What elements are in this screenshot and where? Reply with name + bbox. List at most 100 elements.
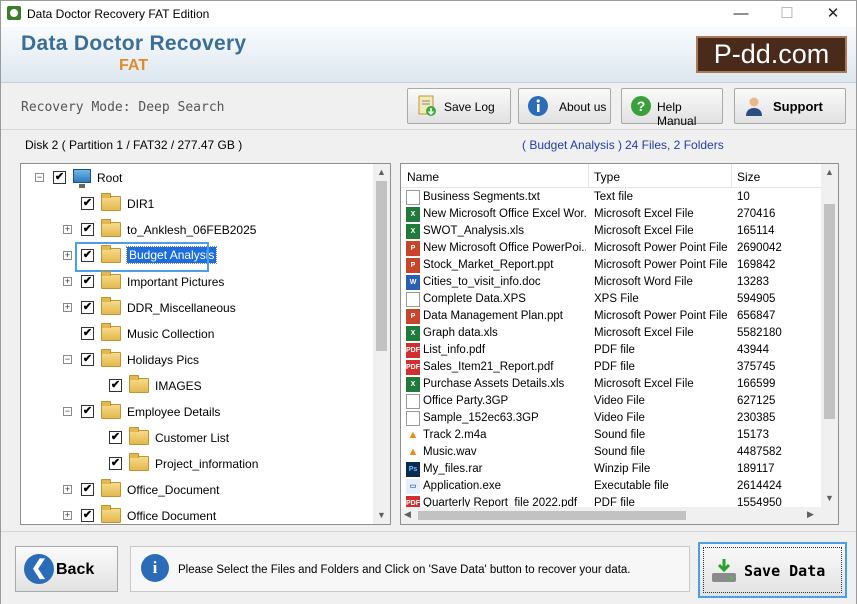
file-row[interactable]: Office Party.3GP Video File 627125 [401, 393, 821, 410]
list-scroll-down-icon[interactable]: ▼ [821, 490, 838, 507]
file-row[interactable]: P Data Management Plan.ppt Microsoft Power… [401, 308, 821, 325]
ppt-file-icon: P [406, 309, 420, 324]
support-label: Support [773, 99, 823, 114]
tree-node-checkbox[interactable]: ✔ [81, 509, 94, 522]
file-type: PDF file [594, 361, 635, 373]
save-data-button[interactable]: Save Data [698, 542, 847, 598]
tree-node[interactable]: − ✔ Root [21, 168, 371, 188]
help-manual-button[interactable]: ? Help Manual [621, 88, 723, 128]
scroll-right-icon[interactable]: ▶ [807, 509, 814, 520]
file-row[interactable]: PDF Sales_Item21_Report.pdf PDF file 375745 [401, 359, 821, 376]
tree-node-checkbox[interactable]: ✔ [109, 457, 122, 470]
tree-scroll-thumb[interactable] [376, 181, 387, 351]
tree-node[interactable]: + ✔ Office Document [21, 505, 371, 524]
close-button[interactable]: ✕ [810, 1, 856, 27]
minimize-button[interactable]: — [718, 1, 764, 27]
file-name: SWOT_Analysis.xls [423, 225, 524, 237]
ppt-file-icon: P [406, 241, 420, 256]
about-us-button[interactable]: About us [518, 88, 611, 124]
file-row[interactable]: Complete Data.XPS XPS File 594905 [401, 291, 821, 308]
file-name: Track 2.m4a [423, 429, 487, 441]
maximize-button[interactable]: ☐ [764, 1, 810, 27]
file-name: Office Party.3GP [423, 395, 509, 407]
scroll-up-icon[interactable]: ▲ [373, 164, 390, 181]
file-row[interactable]: Business Segments.txt Text file 10 [401, 189, 821, 206]
tree-node[interactable]: ✔ Project_information [21, 453, 371, 474]
column-type[interactable]: Type [594, 170, 620, 184]
tree-node-checkbox[interactable]: ✔ [81, 223, 94, 236]
tree-node-label: Office_Document [127, 483, 220, 497]
file-type: Sound file [594, 429, 646, 441]
xls-file-icon: X [406, 224, 420, 239]
scroll-down-icon[interactable]: ▼ [373, 507, 390, 524]
save-log-button[interactable]: Save Log [407, 88, 511, 124]
column-size[interactable]: Size [737, 170, 760, 184]
tree-node-checkbox[interactable]: ✔ [81, 275, 94, 288]
file-row[interactable]: ▲ Music.wav Sound file 4487582 [401, 444, 821, 461]
save-drive-icon [712, 559, 736, 582]
column-name[interactable]: Name [407, 170, 439, 184]
tree-vertical-scrollbar[interactable]: ▲ ▼ [373, 164, 390, 524]
tree-expander-icon[interactable]: + [63, 303, 72, 312]
tree-node[interactable]: + ✔ DDR_Miscellaneous [21, 297, 371, 318]
tree-expander-icon[interactable]: + [63, 225, 72, 234]
tree-node[interactable]: ✔ IMAGES [21, 375, 371, 396]
back-button[interactable]: ❮ Back [15, 546, 118, 592]
support-button[interactable]: Support [734, 88, 846, 124]
tree-expander-icon[interactable]: − [35, 173, 44, 182]
file-row[interactable]: ▲ Track 2.m4a Sound file 15173 [401, 427, 821, 444]
tree-expander-icon[interactable]: − [63, 355, 72, 364]
file-row[interactable]: PDF List_info.pdf PDF file 43944 [401, 342, 821, 359]
xls-file-icon: X [406, 377, 420, 392]
file-name: New Microsoft Office PowerPoi... [423, 242, 586, 254]
list-horizontal-scrollbar[interactable]: ◀ ▶ [401, 507, 821, 524]
tree-node-checkbox[interactable]: ✔ [53, 171, 66, 184]
list-scroll-up-icon[interactable]: ▲ [821, 164, 838, 181]
list-hscroll-thumb[interactable] [418, 511, 686, 520]
tree-node[interactable]: + ✔ Office_Document [21, 479, 371, 500]
file-row[interactable]: X SWOT_Analysis.xls Microsoft Excel File 16… [401, 223, 821, 240]
folder-icon [129, 375, 149, 393]
tree-node[interactable]: + ✔ to_Anklesh_06FEB2025 [21, 219, 371, 240]
tree-node-label: IMAGES [155, 379, 202, 393]
tree-node[interactable]: − ✔ Employee Details [21, 401, 371, 422]
tree-node-checkbox[interactable]: ✔ [81, 483, 94, 496]
tree-expander-icon[interactable]: + [63, 277, 72, 286]
tree-node[interactable]: + ✔ Budget Analysis [21, 242, 371, 272]
tree-expander-icon[interactable]: + [63, 511, 72, 520]
tree-node[interactable]: ✔ Customer List [21, 427, 371, 448]
tree-node-checkbox[interactable]: ✔ [81, 301, 94, 314]
tree-node-label: Project_information [155, 457, 259, 471]
file-row[interactable]: ▭ Application.exe Executable file 2614424 [401, 478, 821, 495]
list-vertical-scrollbar[interactable]: ▲ ▼ [821, 164, 838, 524]
tree-node-checkbox[interactable]: ✔ [81, 197, 94, 210]
file-row[interactable]: X Purchase Assets Details.xls Microsoft Ex… [401, 376, 821, 393]
app-icon [7, 6, 21, 20]
scroll-left-icon[interactable]: ◀ [404, 509, 411, 520]
file-row[interactable]: X New Microsoft Office Excel Wor... Micros… [401, 206, 821, 223]
tree-node[interactable]: ✔ Music Collection [21, 323, 371, 344]
file-list[interactable]: Name Type Size Business Segments.txt Text… [400, 163, 839, 525]
tree-node-checkbox[interactable]: ✔ [109, 431, 122, 444]
file-row[interactable]: Sample_152ec63.3GP Video File 230385 [401, 410, 821, 427]
tree-expander-icon[interactable]: + [63, 485, 72, 494]
tree-node[interactable]: + ✔ Important Pictures [21, 271, 371, 292]
file-row[interactable]: W Cities_to_visit_info.doc Microsoft Word … [401, 274, 821, 291]
tree-node[interactable]: − ✔ Holidays Pics [21, 349, 371, 370]
doc-file-icon: W [406, 275, 420, 290]
tree-node-checkbox[interactable]: ✔ [109, 379, 122, 392]
file-count-label: 24 Files, 2 Folders [625, 138, 724, 152]
file-row[interactable]: P New Microsoft Office PowerPoi... Microso… [401, 240, 821, 257]
file-row[interactable]: P Stock_Market_Report.ppt Microsoft Power … [401, 257, 821, 274]
list-scroll-thumb[interactable] [824, 204, 835, 419]
tree-node[interactable]: ✔ DIR1 [21, 193, 371, 214]
tree-node-checkbox[interactable]: ✔ [81, 353, 94, 366]
file-type: Microsoft Power Point File [594, 242, 728, 254]
tree-node-checkbox[interactable]: ✔ [81, 405, 94, 418]
tree-expander-icon[interactable]: − [63, 407, 72, 416]
file-row[interactable]: X Graph data.xls Microsoft Excel File 55821… [401, 325, 821, 342]
folder-tree[interactable]: − ✔ Root ✔ DIR1 + ✔ to_Anklesh_06FEB2025 + ✔ Budge… [20, 163, 391, 525]
file-row[interactable]: Ps My_files.rar Winzip File 189117 [401, 461, 821, 478]
tree-node-checkbox[interactable]: ✔ [81, 327, 94, 340]
tree-expander-icon[interactable]: + [63, 251, 72, 260]
